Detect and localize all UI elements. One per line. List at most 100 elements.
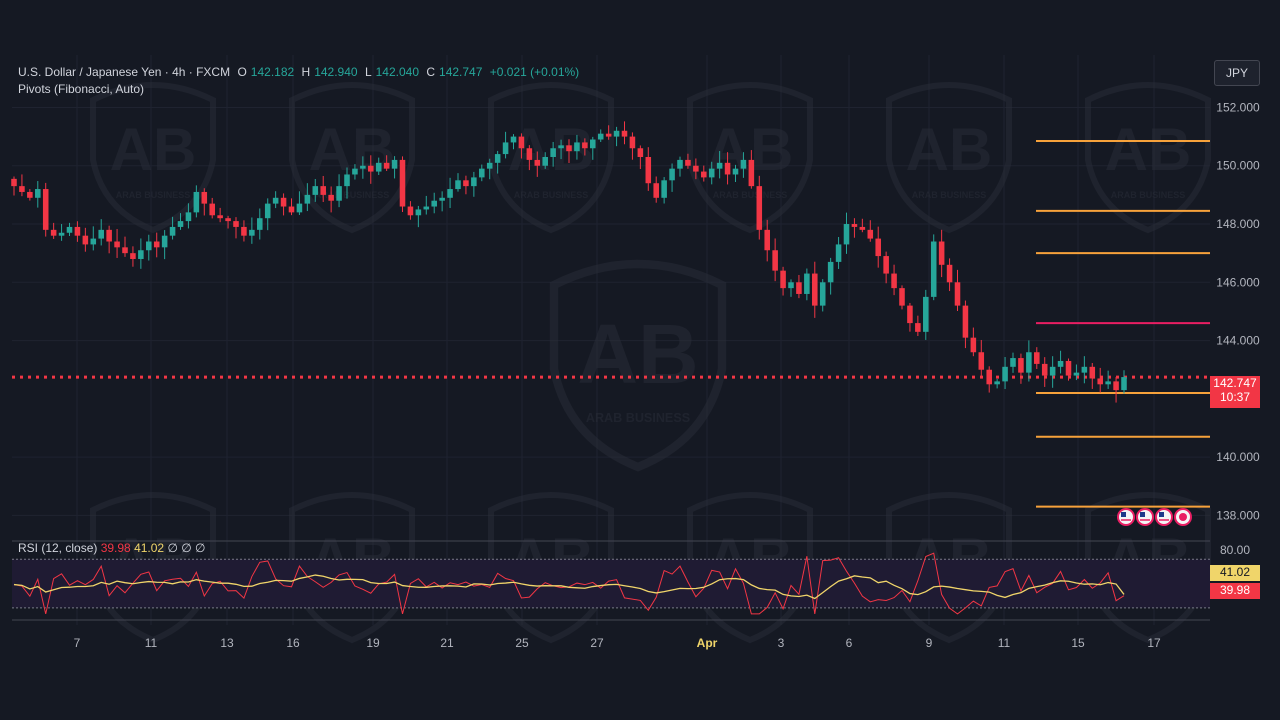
- watermark-logo: AB: [1105, 116, 1192, 183]
- price-axis-tick: 138.000: [1216, 508, 1260, 522]
- candle-body: [19, 186, 25, 192]
- rsi-upper-tick: 80.00: [1219, 543, 1251, 557]
- candle-body: [66, 226, 73, 233]
- watermark-logo: AB: [577, 307, 698, 401]
- candle-body: [812, 273, 818, 306]
- candle-body: [272, 197, 279, 204]
- candle-body: [1065, 360, 1072, 376]
- price-axis-tick: 150.000: [1216, 159, 1260, 173]
- candle-body: [653, 183, 659, 198]
- candle-body: [486, 162, 493, 169]
- last-price-value: 142.747: [1213, 376, 1257, 390]
- candle-body: [693, 165, 699, 172]
- candle-body: [796, 282, 802, 294]
- candle-body: [431, 200, 437, 207]
- candle-body: [1081, 366, 1088, 373]
- indicator-label[interactable]: Pivots (Fibonacci, Auto): [18, 82, 144, 96]
- time-axis-label: 17: [1147, 636, 1161, 650]
- currency-button[interactable]: JPY: [1214, 60, 1260, 86]
- candle-body: [185, 212, 192, 222]
- candle-body: [264, 203, 271, 219]
- candle-body: [574, 142, 580, 152]
- watermark-text: ARAB BUSINESS: [116, 190, 191, 200]
- candle-body: [685, 159, 691, 166]
- candle-body: [58, 232, 65, 236]
- candle-body: [375, 162, 382, 172]
- candle-body: [1089, 366, 1096, 379]
- candle-body: [35, 189, 41, 198]
- time-axis-label: 27: [590, 636, 604, 650]
- candle-body: [724, 162, 731, 175]
- candle-body: [677, 159, 683, 169]
- rsi-ma-badge: 41.02: [1210, 565, 1260, 581]
- candle-body: [1034, 352, 1040, 364]
- candle-body: [938, 241, 945, 265]
- candle-body: [962, 305, 969, 338]
- time-axis-label: 25: [515, 636, 529, 650]
- candle-body: [368, 165, 374, 172]
- candle-body: [471, 177, 477, 187]
- candle-body: [312, 186, 319, 195]
- candle-body: [415, 209, 422, 216]
- price-axis: 152.000 150.000 148.000 146.000 144.000 140.0…: [1216, 100, 1260, 522]
- symbol-header: U.S. Dollar / Japanese Yen · 4h · FXCM O…: [18, 65, 583, 79]
- low-value: 142.040: [375, 65, 420, 79]
- us-flag-icon[interactable]: [1155, 508, 1173, 526]
- close-label: C: [426, 65, 436, 79]
- candle-body: [1113, 381, 1119, 391]
- candle-body: [90, 238, 97, 245]
- chart-canvas[interactable]: AB ARAB BUSINESS AB ARAB BUSINESS AB ARAB BUS…: [0, 0, 1280, 720]
- candle-body: [510, 136, 517, 143]
- candle-body: [526, 148, 533, 160]
- candle-body: [954, 282, 961, 306]
- candle-body: [138, 250, 144, 259]
- watermark-text: ARAB BUSINESS: [514, 190, 589, 200]
- candle-body: [439, 197, 445, 201]
- watermark-top: ABARAB BUSINESS: [687, 82, 813, 234]
- rsi-value: 39.98: [100, 541, 131, 555]
- price-axis-tick: 148.000: [1216, 217, 1260, 231]
- candle-body: [399, 159, 406, 207]
- open-value: 142.182: [250, 65, 295, 79]
- candle-body: [27, 191, 33, 198]
- candle-body: [177, 221, 184, 227]
- candle-body: [605, 133, 612, 137]
- candle-body: [756, 186, 763, 230]
- candle-body: [280, 197, 287, 207]
- candle-body: [209, 203, 215, 216]
- candle-body: [11, 178, 17, 187]
- rsi-value-badge: 39.98: [1210, 583, 1260, 599]
- candle-body: [1010, 358, 1016, 367]
- candle-body: [169, 226, 176, 236]
- candle-body: [597, 133, 604, 140]
- candle-body: [923, 296, 929, 332]
- candle-body: [835, 244, 842, 262]
- candle-body: [708, 168, 715, 178]
- candle-body: [621, 130, 628, 137]
- time-axis-label: Apr: [697, 636, 718, 650]
- candle-body: [883, 256, 889, 274]
- rsi-legend[interactable]: RSI (12, close) 39.98 41.02 ∅ ∅ ∅: [18, 541, 205, 555]
- low-label: L: [364, 65, 372, 79]
- candle-body: [875, 238, 881, 257]
- time-axis-label: 19: [366, 636, 380, 650]
- jp-flag-icon[interactable]: [1174, 508, 1192, 526]
- candle-body: [859, 226, 866, 230]
- us-flag-icon[interactable]: [1117, 508, 1135, 526]
- candle-body: [1073, 372, 1080, 376]
- candle-body: [764, 229, 770, 251]
- candle-body: [1041, 363, 1048, 376]
- candle-body: [82, 235, 89, 245]
- last-price-badge: 142.747 10:37: [1210, 376, 1260, 408]
- candle-body: [98, 229, 104, 239]
- us-flag-icon[interactable]: [1136, 508, 1154, 526]
- watermark-top: ABARAB BUSINESS: [289, 82, 415, 234]
- candle-body: [50, 229, 57, 236]
- candle-body: [74, 226, 81, 236]
- candle-body: [804, 273, 810, 294]
- candle-body: [494, 154, 501, 163]
- candle-body: [915, 323, 921, 332]
- candle-body: [970, 337, 977, 353]
- candle-body: [360, 165, 366, 169]
- candle-body: [780, 270, 786, 289]
